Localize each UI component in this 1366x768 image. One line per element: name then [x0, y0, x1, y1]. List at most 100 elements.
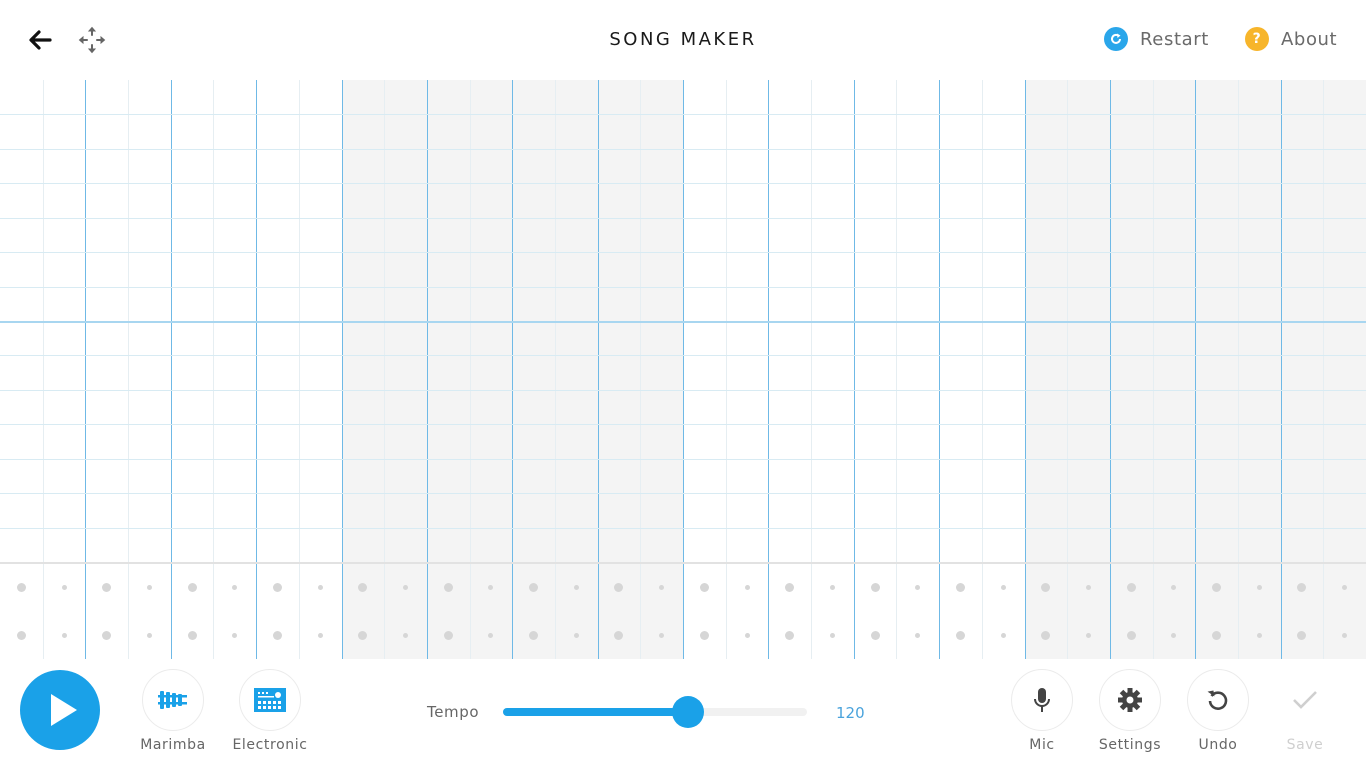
beat-line — [342, 564, 343, 659]
octave-line — [0, 321, 1366, 323]
subdivision-line — [1323, 564, 1324, 659]
subdivision-line — [299, 564, 300, 659]
subdivision-line — [811, 564, 812, 659]
subdivision-line — [726, 564, 727, 659]
beat-line — [1281, 564, 1282, 659]
beat-line — [171, 564, 172, 659]
undo-label: Undo — [1198, 737, 1238, 753]
header: SONG MAKER Restart ? About — [0, 0, 1366, 80]
tempo-value: 120 — [836, 704, 865, 722]
beat-line — [768, 564, 769, 659]
instrument-electronic-button[interactable]: Electronic — [225, 669, 315, 753]
beat-line — [427, 564, 428, 659]
beat-line — [1025, 564, 1026, 659]
subdivision-line — [555, 564, 556, 659]
beat-line — [683, 564, 684, 659]
row-line — [0, 252, 1366, 253]
percussion-offbeat-dot — [317, 632, 323, 638]
percussion-beat-dot — [1212, 630, 1222, 640]
percussion-offbeat-dot — [1256, 632, 1262, 638]
percussion-offbeat-dot — [829, 632, 835, 638]
refresh-icon — [1104, 27, 1128, 51]
percussion-beat-dot — [785, 583, 795, 593]
instrument-electronic-label: Electronic — [232, 737, 308, 753]
subdivision-line — [213, 564, 214, 659]
percussion-beat-dot — [443, 583, 453, 593]
save-button[interactable]: Save — [1260, 669, 1350, 753]
row-line — [0, 390, 1366, 391]
settings-button[interactable]: Settings — [1085, 669, 1175, 753]
subdivision-line — [470, 564, 471, 659]
about-button[interactable]: ? About — [1245, 27, 1337, 51]
undo-button[interactable]: Undo — [1173, 669, 1263, 753]
save-label: Save — [1286, 737, 1324, 753]
percussion-beat-dot — [16, 583, 26, 593]
restart-button[interactable]: Restart — [1104, 27, 1209, 51]
subdivision-line — [43, 564, 44, 659]
subdivision-line — [384, 564, 385, 659]
mic-button[interactable]: Mic — [997, 669, 1087, 753]
percussion-grid[interactable] — [0, 562, 1366, 659]
question-icon: ? — [1245, 27, 1269, 51]
percussion-offbeat-dot — [1086, 632, 1092, 638]
subdivision-line — [896, 564, 897, 659]
percussion-offbeat-dot — [744, 585, 750, 591]
percussion-offbeat-dot — [403, 632, 409, 638]
beat-line — [256, 564, 257, 659]
undo-icon — [1207, 690, 1228, 710]
subdivision-line — [1067, 564, 1068, 659]
percussion-offbeat-dot — [61, 632, 67, 638]
percussion-offbeat-dot — [1342, 632, 1348, 638]
beat-line — [854, 564, 855, 659]
row-line — [0, 355, 1366, 356]
percussion-offbeat-dot — [146, 585, 152, 591]
about-label: About — [1281, 28, 1338, 50]
beat-line — [1110, 564, 1111, 659]
marimba-icon — [158, 691, 187, 709]
percussion-beat-dot — [870, 630, 880, 640]
subdivision-line — [1238, 564, 1239, 659]
percussion-beat-dot — [1126, 630, 1136, 640]
microphone-icon — [1034, 688, 1050, 712]
percussion-offbeat-dot — [744, 632, 750, 638]
percussion-offbeat-dot — [146, 632, 152, 638]
percussion-beat-dot — [102, 583, 112, 593]
percussion-beat-dot — [699, 630, 709, 640]
percussion-offbeat-dot — [573, 632, 579, 638]
percussion-beat-dot — [955, 630, 965, 640]
instrument-marimba-button[interactable]: Marimba — [128, 669, 218, 753]
tempo-slider-thumb[interactable] — [672, 696, 705, 728]
tempo-slider[interactable] — [503, 696, 807, 728]
play-icon — [51, 694, 77, 726]
percussion-offbeat-dot — [1000, 632, 1006, 638]
percussion-beat-dot — [529, 630, 539, 640]
percussion-offbeat-dot — [915, 585, 921, 591]
instrument-marimba-label: Marimba — [140, 737, 206, 753]
percussion-beat-dot — [870, 583, 880, 593]
subdivision-line — [640, 564, 641, 659]
percussion-beat-dot — [955, 583, 965, 593]
row-line — [0, 114, 1366, 115]
beat-line — [1195, 564, 1196, 659]
row-line — [0, 493, 1366, 494]
beat-line — [598, 564, 599, 659]
percussion-beat-dot — [1126, 583, 1136, 593]
percussion-beat-dot — [272, 583, 282, 593]
row-line — [0, 528, 1366, 529]
percussion-offbeat-dot — [659, 632, 665, 638]
subdivision-line — [1153, 564, 1154, 659]
tempo-label: Tempo — [427, 703, 480, 721]
row-line — [0, 218, 1366, 219]
melody-grid[interactable] — [0, 80, 1366, 562]
play-button[interactable] — [20, 670, 100, 750]
percussion-offbeat-dot — [61, 585, 67, 591]
check-icon — [1293, 691, 1317, 709]
drum-machine-icon — [254, 688, 286, 712]
subdivision-line — [128, 564, 129, 659]
percussion-offbeat-dot — [829, 585, 835, 591]
mic-label: Mic — [1029, 737, 1055, 753]
row-line — [0, 183, 1366, 184]
beat-line — [512, 564, 513, 659]
song-maker-app: SONG MAKER Restart ? About Marimba Elect… — [0, 0, 1366, 768]
row-line — [0, 459, 1366, 460]
